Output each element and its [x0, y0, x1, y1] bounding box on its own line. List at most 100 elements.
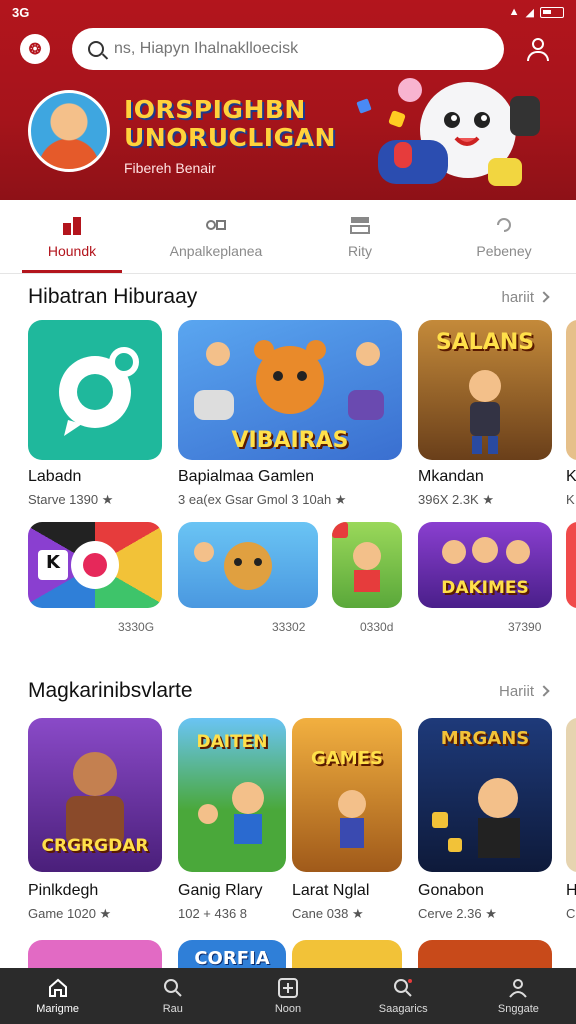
chat-bubble-icon [59, 347, 139, 436]
app-meta: 3330G [118, 620, 155, 634]
section-title: Magkarinibsvlarte [28, 679, 193, 702]
bear-illustration [194, 542, 272, 590]
bottom-navigation: Marigme Rau Noon Saagarics Snggate [0, 968, 576, 1024]
game-card[interactable]: DAITEN [178, 718, 286, 872]
app-icon-card[interactable] [28, 320, 162, 460]
promo-subtitle: Fibereh Benair [124, 160, 216, 176]
grid-icon [63, 216, 81, 235]
search-icon [163, 979, 182, 997]
app-meta: C [566, 906, 576, 921]
status-time: 3G [12, 4, 30, 20]
app-meta: 33302 [272, 620, 306, 634]
search-icon [88, 41, 104, 57]
game-card-partial[interactable] [566, 718, 576, 872]
profile-icon[interactable] [524, 36, 552, 64]
profile-icon [509, 979, 528, 998]
app-name[interactable]: Bapialmaa Gamlen [178, 468, 314, 486]
app-meta: 3 ea(ex Gsar Gmol 3 10ah ★ [178, 492, 347, 507]
nav-add[interactable]: Noon [230, 968, 345, 1024]
status-icons: ▲ ◢ [509, 6, 564, 19]
app-name[interactable]: Larat Nglal [292, 882, 369, 900]
app-meta: 37390 [508, 620, 542, 634]
game-card[interactable]: GAMES [292, 718, 402, 872]
nav-label: Snggate [497, 1003, 539, 1015]
tab-label: Pebeney [476, 242, 532, 259]
search-input[interactable] [114, 40, 494, 58]
wifi-icon: ◢ [525, 6, 534, 19]
game-card[interactable] [178, 522, 318, 608]
search-bar[interactable] [72, 28, 504, 70]
card-art-title: DAITEN [196, 732, 268, 752]
character-illustration [332, 522, 381, 592]
chevron-right-icon [538, 291, 550, 303]
nav-label: Rau [162, 1003, 183, 1015]
play-icon [350, 216, 370, 234]
tab-label: Anpalkeplanea [169, 242, 263, 259]
logo-mark: ❂ [28, 41, 42, 58]
profile-body [527, 51, 549, 61]
promo-title-line1: IORSPIGHBN [124, 95, 306, 124]
more-label: Hariit [498, 682, 534, 700]
app-name[interactable]: Pinlkdegh [28, 882, 98, 900]
nav-label: Noon [274, 1003, 302, 1015]
nav-label: Saagarics [378, 1003, 428, 1015]
nav-search[interactable]: Rau [115, 968, 230, 1024]
signal-icon: ▲ [508, 6, 520, 18]
app-meta: 102 + 436 8 [178, 906, 248, 921]
nav-profile[interactable]: Snggate [461, 968, 576, 1024]
app-icon-card[interactable]: K [28, 522, 162, 608]
app-name[interactable]: K [566, 468, 576, 486]
app-meta: Cerve 2.36 ★ [418, 906, 497, 921]
mascot-illustration [356, 78, 540, 186]
section-header: Hibatran Hiburaay hariit [28, 282, 550, 312]
game-card[interactable] [332, 522, 402, 608]
more-label: hariit [501, 288, 534, 306]
card-art-title: CORFIA [194, 948, 270, 969]
app-name[interactable]: Mkandan [418, 468, 484, 486]
app-logo[interactable]: ❂ [20, 34, 50, 64]
app-meta: Cane 038 ★ [292, 906, 364, 921]
card-art-title: SALANS [435, 330, 535, 355]
nav-discover[interactable]: Saagarics [346, 968, 461, 1024]
app-name[interactable]: Gonabon [418, 882, 484, 900]
game-card[interactable]: CRGRGDAR [28, 718, 162, 872]
home-icon [48, 978, 67, 997]
app-meta: K [566, 492, 575, 507]
app-meta: 0330d [360, 620, 394, 634]
tab-home[interactable]: Houndk [0, 200, 144, 273]
header: 3G ▲ ◢ ❂ IORSPIGHBN UNORUCLIGAN Fibereh … [0, 0, 576, 200]
more-link[interactable]: hariit [501, 288, 550, 306]
category-tabs: Houndk Anpalkeplanea Rity Pebeney [0, 200, 576, 274]
tab-play[interactable]: Rity [288, 200, 432, 273]
profile-head [532, 38, 544, 50]
game-card[interactable]: SALANS [418, 320, 552, 460]
game-card-partial[interactable] [566, 320, 576, 460]
game-card[interactable]: DAKIMES [418, 522, 552, 608]
battery-icon [540, 6, 564, 18]
section-header: Magkarinibsvlarte Hariit [28, 676, 550, 706]
app-name[interactable]: Labadn [28, 468, 81, 486]
nav-home[interactable]: Marigme [0, 968, 115, 1024]
app-meta: Game 1020 ★ [28, 906, 112, 921]
app-meta: Starve 1390 ★ [28, 492, 114, 507]
promo-title-line2: UNORUCLIGAN [124, 123, 336, 152]
refresh-icon [497, 217, 511, 232]
more-link[interactable]: Hariit [498, 682, 550, 700]
card-art-title: MRGANS [440, 728, 530, 749]
card-art-title: VIBAIRAS [231, 428, 349, 453]
tab-apps[interactable]: Anpalkeplanea [144, 200, 288, 273]
app-name[interactable]: Ganig Rlary [178, 882, 262, 900]
nav-label: Marigme [36, 1003, 79, 1015]
game-card[interactable]: VIBAIRAS [178, 320, 402, 460]
game-card[interactable]: MRGANS [418, 718, 552, 872]
avatar[interactable] [28, 90, 110, 172]
tab-label: Rity [347, 242, 373, 259]
app-screen: 3G ▲ ◢ ❂ IORSPIGHBN UNORUCLIGAN Fibereh … [0, 0, 576, 1024]
status-bar: 3G ▲ ◢ [0, 0, 576, 24]
tab-label: Houndk [47, 242, 97, 259]
app-name[interactable]: H [566, 882, 576, 900]
card-art-title: DAKIMES [441, 578, 529, 598]
tab-refresh[interactable]: Pebeney [432, 200, 576, 273]
card-art-title: K [46, 552, 60, 573]
game-card-partial[interactable] [566, 522, 576, 608]
